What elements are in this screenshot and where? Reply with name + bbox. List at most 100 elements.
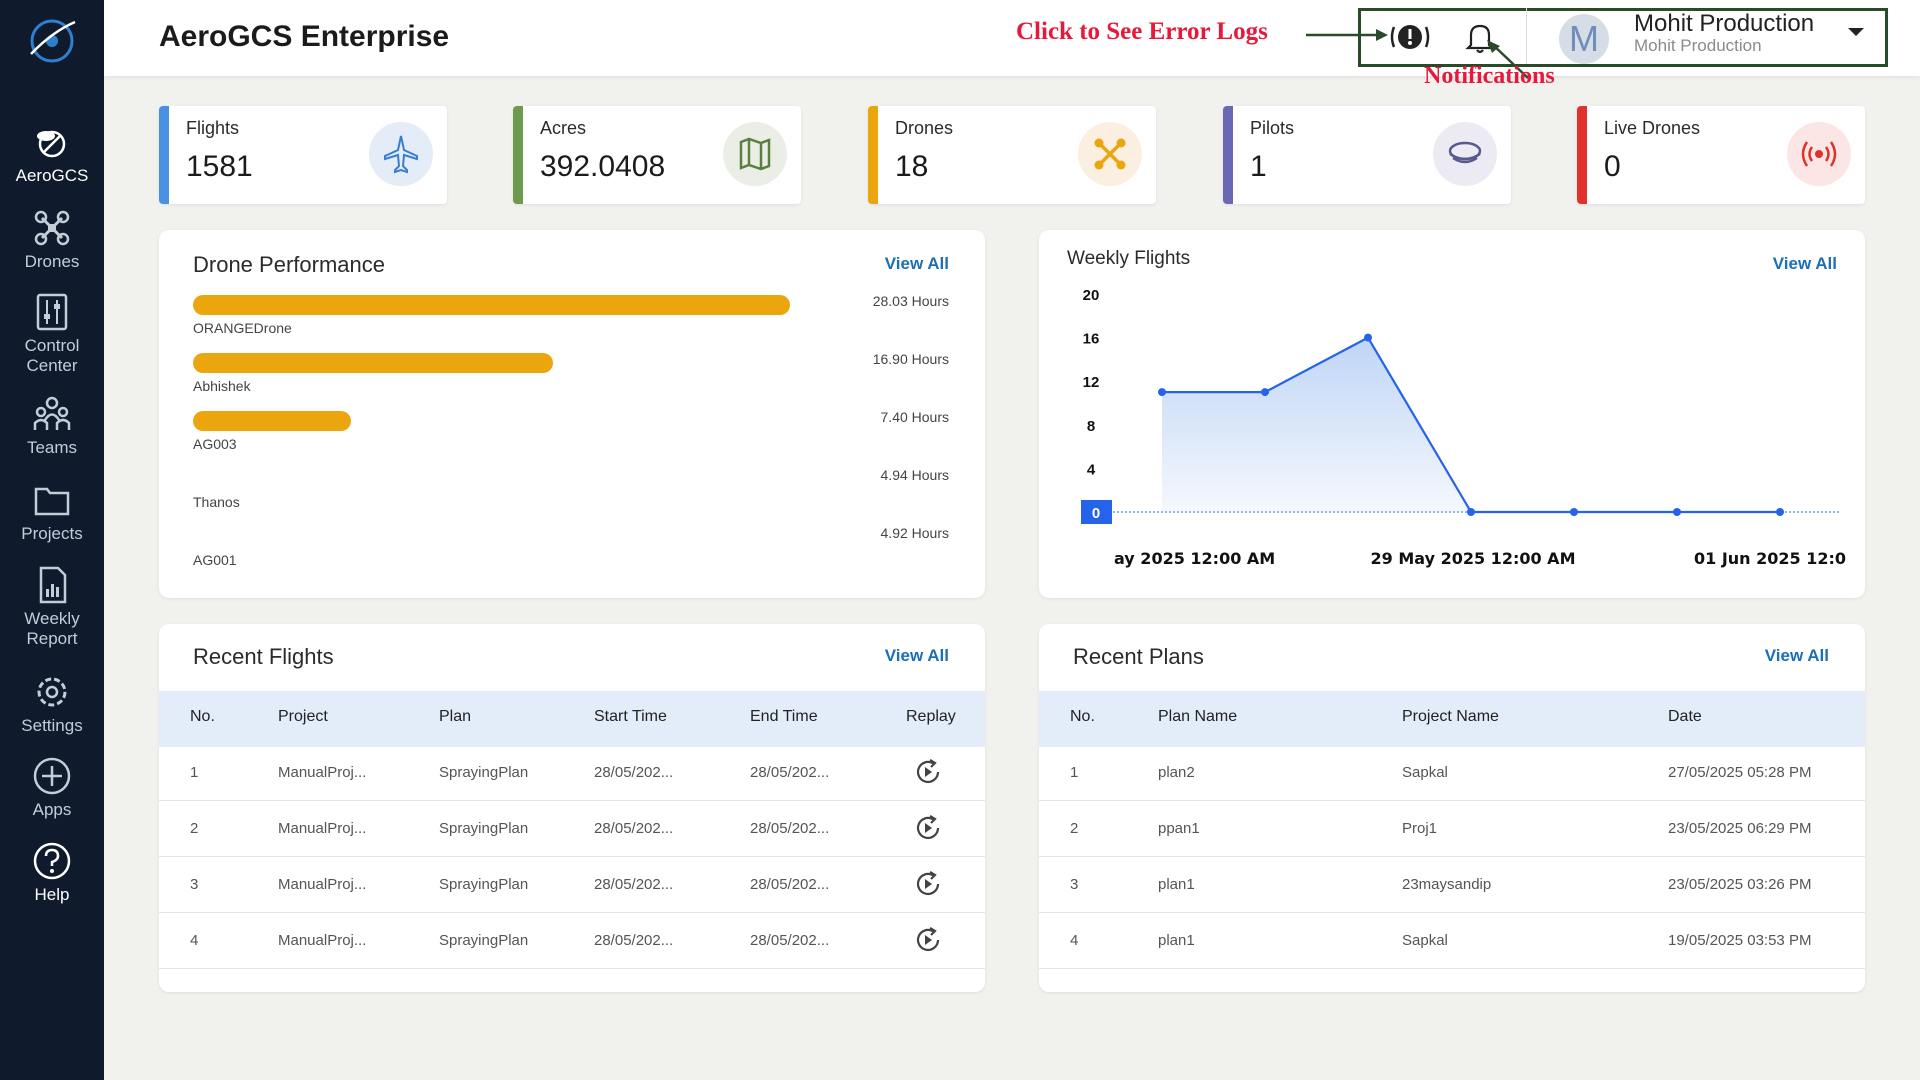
row-divider — [1039, 968, 1865, 969]
column-header[interactable]: Plan — [439, 708, 471, 726]
notifications-annotation: Notifications — [1424, 63, 1555, 89]
quadcopter-icon — [1078, 122, 1142, 186]
column-header[interactable]: Replay — [906, 708, 956, 726]
column-header[interactable]: End Time — [750, 708, 818, 726]
table-cell: 3 — [190, 876, 199, 893]
column-header[interactable]: Start Time — [594, 708, 667, 726]
stat-card-acres[interactable]: Acres 392.0408 — [513, 106, 801, 204]
stat-accent-bar — [1577, 106, 1587, 204]
table-cell: 28/05/202... — [750, 932, 830, 949]
replay-icon[interactable] — [913, 925, 943, 955]
recent-flights-panel: Recent Flights View All No. Project Plan… — [159, 624, 985, 992]
y-tick-label: 12 — [1083, 374, 1100, 391]
performance-drone-name: AG003 — [193, 436, 237, 452]
chart-area — [1162, 337, 1780, 512]
recent-flights-view-all-link[interactable]: View All — [885, 646, 949, 666]
sidebar-item-settings[interactable]: Settings — [0, 672, 104, 736]
performance-hours: 4.92 Hours — [880, 525, 949, 541]
column-header[interactable]: No. — [190, 708, 215, 726]
app-logo-icon[interactable] — [25, 14, 79, 68]
column-header[interactable]: Date — [1668, 708, 1702, 726]
table-cell: plan1 — [1158, 932, 1195, 949]
sidebar-item-help[interactable]: Help — [0, 841, 104, 905]
column-header[interactable]: Project Name — [1402, 708, 1499, 726]
error-logs-icon[interactable] — [1390, 17, 1430, 57]
table-cell: plan1 — [1158, 876, 1195, 893]
stat-card-drones[interactable]: Drones 18 — [868, 106, 1156, 204]
sidebar-item-label: Apps — [32, 800, 72, 819]
sidebar-item-teams[interactable]: Teams — [0, 394, 104, 458]
row-divider — [159, 856, 985, 857]
table-cell: 1 — [1070, 764, 1079, 781]
pilot-hat-icon — [1433, 122, 1497, 186]
recent-plans-panel: Recent Plans View All No. Plan Name Proj… — [1039, 624, 1865, 992]
stat-label: Drones — [895, 118, 954, 138]
sidebar-item-drones[interactable]: Drones — [0, 208, 104, 272]
table-cell: 19/05/2025 03:53 PM — [1668, 932, 1812, 949]
chart-data-point — [1467, 508, 1475, 516]
sidebar-item-label: AeroGCS — [15, 166, 89, 185]
user-subtitle: Mohit Production — [1634, 36, 1762, 55]
stat-card-pilots[interactable]: Pilots 1 — [1223, 106, 1511, 204]
drone-performance-view-all-link[interactable]: View All — [885, 254, 949, 274]
stat-value: 1 — [1250, 150, 1267, 183]
y-tick-label: 8 — [1087, 418, 1095, 435]
table-cell: 23maysandip — [1402, 876, 1492, 893]
stat-card-live-drones[interactable]: Live Drones 0 — [1577, 106, 1865, 204]
stat-card-flights[interactable]: Flights 1581 — [159, 106, 447, 204]
drone-performance-panel: Drone Performance View All 28.03 Hours OR… — [159, 230, 985, 598]
chevron-down-icon[interactable] — [1848, 28, 1864, 36]
stat-value: 1581 — [186, 150, 253, 183]
sidebar-item-label: Settings — [21, 716, 83, 735]
table-cell: 27/05/2025 05:28 PM — [1668, 764, 1812, 781]
table-cell: Sapkal — [1402, 932, 1448, 949]
table-cell: Proj1 — [1402, 820, 1438, 837]
table-cell: ManualProj... — [278, 764, 367, 781]
replay-icon[interactable] — [913, 813, 943, 843]
table-cell: plan2 — [1158, 764, 1195, 781]
stat-accent-bar — [868, 106, 878, 204]
table-cell: 2 — [1070, 820, 1079, 837]
row-divider — [1039, 800, 1865, 801]
page-title: AeroGCS Enterprise — [159, 20, 450, 53]
sidebar-item-label: Help — [34, 885, 70, 904]
sidebar-item-label: Projects — [21, 524, 83, 543]
performance-hours: 16.90 Hours — [872, 351, 949, 367]
table-cell: SprayingPlan — [439, 932, 529, 949]
table-cell: 28/05/202... — [750, 764, 830, 781]
stat-label: Flights — [186, 118, 240, 138]
row-divider — [1039, 912, 1865, 913]
table-cell: ppan1 — [1158, 820, 1200, 837]
stat-accent-bar — [513, 106, 523, 204]
performance-bar — [193, 411, 351, 431]
replay-icon[interactable] — [913, 757, 943, 787]
table-cell: 23/05/2025 03:26 PM — [1668, 876, 1812, 893]
quadcopter-icon — [34, 210, 70, 246]
row-divider — [1039, 856, 1865, 857]
sidebar-item-control-center[interactable]: Control Center — [0, 292, 104, 376]
sidebar-item-projects[interactable]: Projects — [0, 480, 104, 544]
x-tick-label: ay 2025 12:00 AM — [1114, 549, 1275, 568]
sidebar-item-aerogcs[interactable]: AeroGCS — [0, 122, 104, 186]
y-tick-label: 0 — [1092, 505, 1100, 522]
stat-value: 392.0408 — [540, 150, 666, 183]
performance-bar — [193, 353, 553, 373]
replay-icon[interactable] — [913, 869, 943, 899]
table-cell: SprayingPlan — [439, 820, 529, 837]
column-header[interactable]: Plan Name — [1158, 708, 1237, 726]
stat-label: Pilots — [1250, 118, 1295, 138]
avatar[interactable]: M — [1559, 14, 1609, 64]
panel-title: Drone Performance — [193, 252, 385, 277]
sidebar-item-apps[interactable]: Apps — [0, 756, 104, 820]
column-header[interactable]: No. — [1070, 708, 1095, 726]
user-name[interactable]: Mohit Production — [1634, 10, 1814, 38]
performance-hours: 4.94 Hours — [880, 467, 949, 483]
table-cell: 4 — [1070, 932, 1079, 949]
column-header[interactable]: Project — [278, 708, 328, 726]
sidebar-item-weekly-report[interactable]: Weekly Report — [0, 565, 104, 649]
stat-label: Live Drones — [1604, 118, 1701, 138]
recent-plans-view-all-link[interactable]: View All — [1765, 646, 1829, 666]
report-icon — [39, 566, 67, 604]
drone-propeller-icon — [37, 130, 66, 158]
stat-value: 0 — [1604, 150, 1621, 183]
